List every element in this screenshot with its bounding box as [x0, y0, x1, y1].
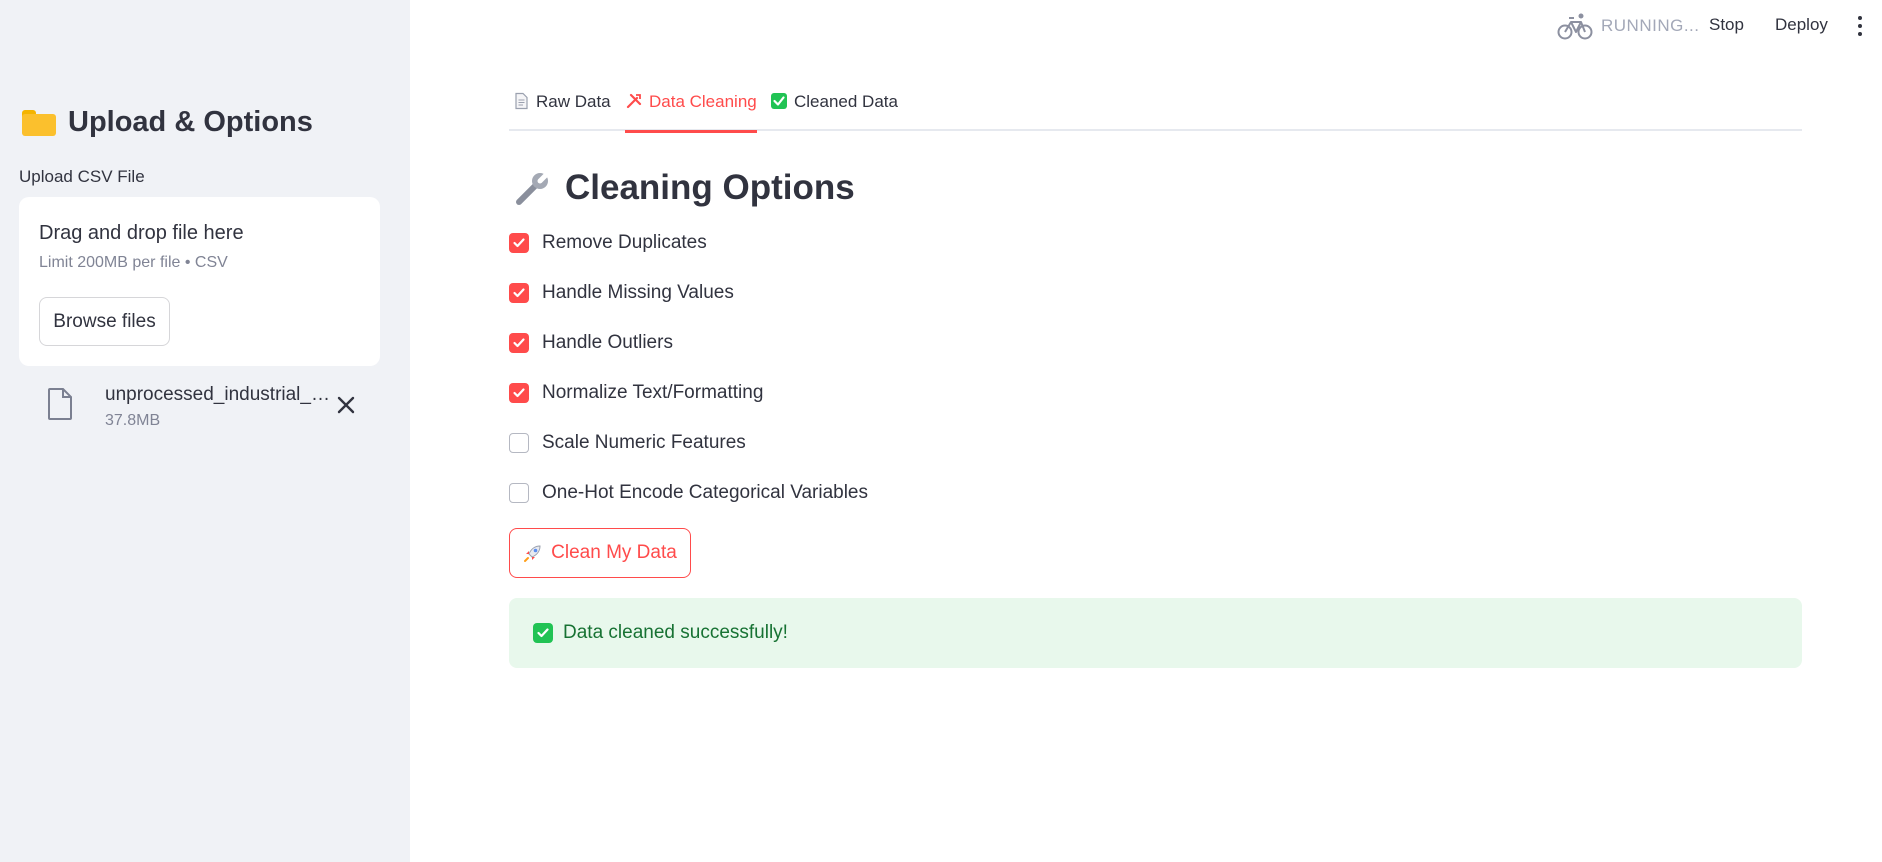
check-icon: [513, 388, 525, 398]
tab-label: Raw Data: [536, 92, 611, 111]
main-menu-icon[interactable]: [1856, 16, 1864, 36]
tab-cleaned-data[interactable]: Cleaned Data: [770, 92, 898, 129]
success-alert: Data cleaned successfully!: [509, 598, 1802, 668]
file-icon: [48, 388, 72, 420]
checkbox-checked[interactable]: [509, 383, 529, 403]
checkbox-unchecked[interactable]: [509, 433, 529, 453]
option-label: Normalize Text/Formatting: [542, 382, 764, 403]
option-label: Handle Outliers: [542, 332, 673, 353]
check-box-icon: [771, 93, 787, 109]
option-label: Scale Numeric Features: [542, 432, 746, 453]
option-label: Handle Missing Values: [542, 282, 734, 303]
sidebar: Upload & Options Upload CSV File Drag an…: [0, 0, 410, 862]
clean-button-label: Clean My Data: [551, 542, 677, 563]
close-icon[interactable]: [335, 394, 357, 416]
tools-icon: [626, 93, 642, 109]
deploy-button[interactable]: Deploy: [1775, 15, 1828, 35]
option-handle-outliers[interactable]: Handle Outliers: [509, 332, 673, 354]
option-label: One-Hot Encode Categorical Variables: [542, 482, 868, 503]
option-one-hot-encode[interactable]: One-Hot Encode Categorical Variables: [509, 482, 868, 504]
checkbox-checked[interactable]: [509, 233, 529, 253]
file-size: 37.8MB: [105, 412, 161, 429]
tab-label: Cleaned Data: [794, 92, 898, 111]
document-icon: [515, 92, 528, 110]
clean-my-data-button[interactable]: Clean My Data: [509, 528, 691, 578]
tab-raw-data[interactable]: Raw Data: [512, 92, 611, 129]
browse-files-button[interactable]: Browse files: [39, 297, 170, 346]
option-handle-missing-values[interactable]: Handle Missing Values: [509, 282, 734, 304]
folder-icon: [22, 109, 56, 136]
tab-bar: Raw Data Data Cleaning Cleaned Data: [509, 86, 1802, 133]
success-message: Data cleaned successfully!: [563, 622, 788, 643]
option-label: Remove Duplicates: [542, 232, 707, 253]
dropzone-limit: Limit 200MB per file • CSV: [39, 254, 228, 271]
checkbox-checked[interactable]: [509, 333, 529, 353]
option-scale-numeric[interactable]: Scale Numeric Features: [509, 432, 746, 454]
check-icon: [513, 338, 525, 348]
dropzone-title: Drag and drop file here: [39, 222, 244, 244]
page-title-text: Cleaning Options: [565, 168, 855, 207]
uploaded-file: unprocessed_industrial_data.csv 37.8MB: [19, 380, 380, 440]
checkbox-checked[interactable]: [509, 283, 529, 303]
check-icon: [513, 238, 525, 248]
sidebar-title: Upload & Options: [22, 106, 313, 139]
rocket-icon: [524, 545, 541, 562]
option-normalize-text[interactable]: Normalize Text/Formatting: [509, 382, 763, 404]
page-title: Cleaning Options: [513, 168, 855, 208]
tab-label: Data Cleaning: [649, 92, 757, 111]
file-name: unprocessed_industrial_data.csv: [105, 384, 331, 405]
checkbox-unchecked[interactable]: [509, 483, 529, 503]
file-dropzone[interactable]: Drag and drop file here Limit 200MB per …: [19, 197, 380, 366]
stop-button[interactable]: Stop: [1709, 15, 1744, 35]
tab-data-cleaning[interactable]: Data Cleaning: [625, 92, 757, 133]
upload-label: Upload CSV File: [19, 167, 145, 186]
bicycle-icon: [1557, 13, 1593, 40]
check-box-icon: [533, 623, 553, 643]
check-icon: [513, 288, 525, 298]
option-remove-duplicates[interactable]: Remove Duplicates: [509, 232, 707, 254]
running-status: RUNNING...: [1601, 16, 1700, 35]
wrench-icon: [516, 170, 551, 205]
sidebar-title-text: Upload & Options: [68, 106, 313, 138]
